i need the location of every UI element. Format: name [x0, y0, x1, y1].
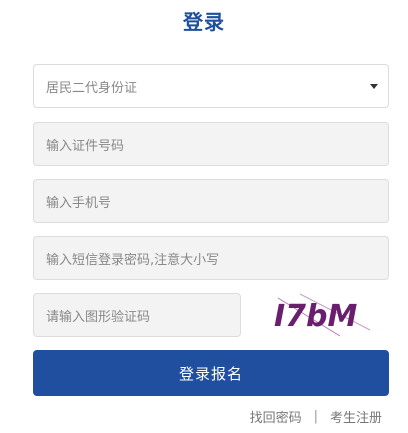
captcha-input[interactable]: 请输入图形验证码: [33, 293, 241, 337]
id-number-placeholder: 输入证件号码: [46, 138, 125, 154]
chevron-down-icon: [370, 83, 378, 89]
phone-input[interactable]: 输入手机号: [33, 179, 389, 223]
captcha-text: I7bM: [274, 299, 358, 334]
phone-placeholder: 输入手机号: [46, 195, 112, 211]
login-register-button[interactable]: 登录报名: [33, 350, 389, 396]
footer-links: 找回密码 | 考生注册: [250, 407, 382, 426]
retrieve-password-link[interactable]: 找回密码: [250, 407, 302, 426]
id-type-select[interactable]: 居民二代身份证: [33, 64, 389, 108]
id-type-selected-value: 居民二代身份证: [46, 80, 138, 96]
sms-code-input[interactable]: 输入短信登录密码,注意大小写: [33, 236, 389, 280]
sms-code-placeholder: 输入短信登录密码,注意大小写: [46, 252, 220, 268]
link-separator: |: [313, 409, 318, 424]
id-number-input[interactable]: 输入证件号码: [33, 122, 389, 166]
captcha-placeholder: 请输入图形验证码: [46, 309, 151, 325]
captcha-image[interactable]: I7bM: [270, 290, 380, 340]
register-link[interactable]: 考生注册: [330, 407, 382, 426]
page-title: 登录: [183, 10, 225, 34]
